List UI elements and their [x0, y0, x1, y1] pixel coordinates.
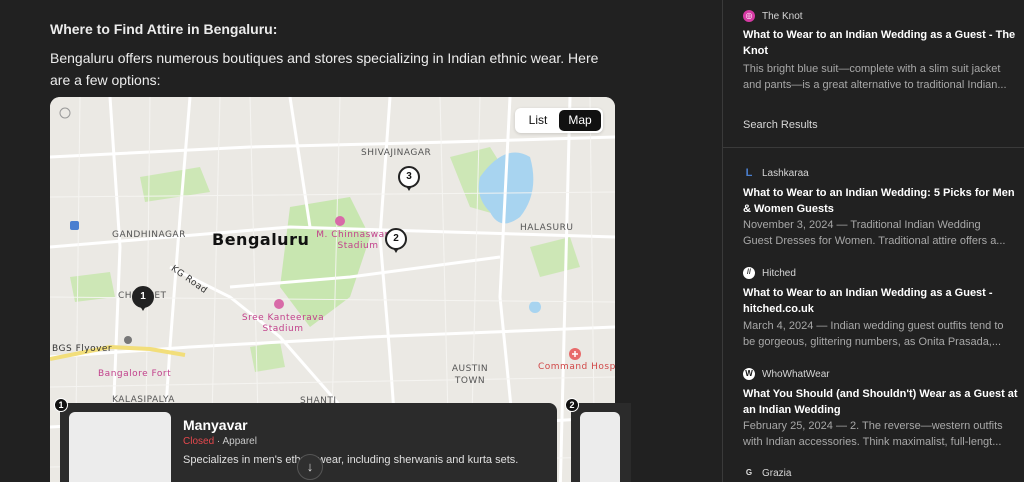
result-snippet: November 3, 2024 — Traditional Indian We… [743, 219, 981, 231]
grazia-icon: G [745, 468, 753, 477]
place-status: Closed [183, 436, 215, 447]
place-name: Manyavar [183, 417, 248, 433]
map-label-shivajinagar: SHIVAJINAGAR [361, 148, 432, 158]
map-label-bgs-flyover: BGS Flyover [52, 344, 113, 354]
card-number-badge-next: 2 [565, 398, 579, 412]
result-title-link[interactable]: What to Wear to an Indian Wedding: 5 Pic… [743, 185, 1024, 217]
whowhatwear-icon: W [743, 368, 755, 380]
result-snippet: with Indian accessories. Think maximalis… [743, 436, 1002, 448]
source-row: L Lashkaraa [743, 167, 809, 179]
result-title-link[interactable]: What You Should (and Shouldn't) Wear as … [743, 386, 1024, 418]
place-thumbnail [580, 412, 620, 482]
map-label-halasuru: HALASURU [520, 223, 574, 233]
source-row: W WhoWhatWear [743, 368, 830, 380]
place-description: Specializes in men's ethnic wear, includ… [183, 454, 519, 466]
map-label-gandhinagar: GANDHINAGAR [112, 230, 186, 240]
result-title-link[interactable]: What to Wear to an Indian Wedding as a G… [743, 285, 1024, 317]
list-view-button[interactable]: List [517, 110, 559, 131]
source-row: G Grazia [743, 467, 792, 479]
arrow-down-icon: ↓ [306, 459, 314, 474]
map-label-bangalore-fort: Bangalore Fort [98, 369, 172, 379]
lashkaraa-icon: L [745, 167, 753, 179]
scroll-down-button[interactable]: ↓ [297, 454, 323, 480]
search-results-heading: Search Results [743, 119, 818, 131]
view-toggle: List Map [515, 108, 603, 133]
result-title-link[interactable]: What to Wear to an Indian Wedding as a G… [743, 27, 1024, 59]
result-snippet: This bright blue suit—complete with a sl… [743, 63, 1001, 75]
source-name: Lashkaraa [762, 167, 809, 179]
map-pin-3[interactable]: 3 [398, 166, 420, 191]
place-thumbnail [69, 412, 171, 482]
map-view-button[interactable]: Map [559, 110, 601, 131]
section-heading: Where to Find Attire in Bengaluru: [50, 21, 278, 37]
sources-sidebar: ◎ The Knot What to Wear to an Indian Wed… [722, 0, 1024, 482]
result-snippet: February 25, 2024 — 2. The reverse—weste… [743, 420, 1003, 432]
result-snippet: and pants—is a great alternative to trad… [743, 79, 1007, 91]
source-name: The Knot [762, 10, 803, 22]
result-snippet: be gorgeous, glittering numbers, as Onit… [743, 336, 1002, 348]
result-snippet: Guest Dresses for Women. Traditional att… [743, 235, 1006, 247]
place-card-next[interactable] [571, 403, 631, 482]
map-pin-1[interactable]: 1 [132, 286, 154, 311]
place-meta: Closed · Apparel [183, 436, 257, 447]
divider [723, 147, 1024, 148]
map-label-command-hospital: Command Hospital [538, 362, 615, 372]
source-name: Grazia [762, 467, 792, 479]
hitched-icon: // [743, 267, 755, 279]
map-city-label: Bengaluru [212, 230, 310, 249]
section-paragraph: Bengaluru offers numerous boutiques and … [50, 50, 599, 88]
the-knot-icon: ◎ [743, 10, 755, 22]
chat-main-pane: Where to Find Attire in Bengaluru: Benga… [0, 0, 722, 482]
place-category: Apparel [222, 436, 257, 447]
source-row: // Hitched [743, 267, 796, 279]
map-label-austin-town: AUSTIN TOWN [451, 364, 489, 386]
map-label-kanteerava: Sree Kanteerava Stadium [241, 313, 325, 334]
park-area [250, 342, 285, 372]
source-name: WhoWhatWear [762, 368, 830, 380]
result-snippet: March 4, 2024 — Indian wedding guest out… [743, 320, 1004, 332]
card-number-badge: 1 [54, 398, 68, 412]
map-pin-2[interactable]: 2 [385, 228, 407, 253]
source-row: ◎ The Knot [743, 10, 803, 22]
source-name: Hitched [762, 267, 796, 279]
